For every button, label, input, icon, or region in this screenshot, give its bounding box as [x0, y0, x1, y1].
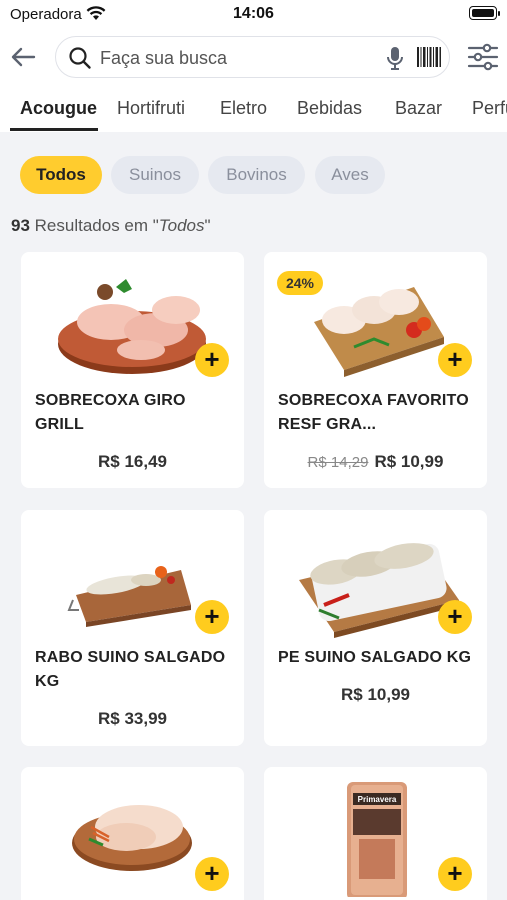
add-to-cart-button[interactable]: + [195, 343, 229, 377]
results-filter: Todos [158, 216, 205, 235]
tab-hortifruti[interactable]: Hortifruti [117, 98, 185, 119]
tab-eletro[interactable]: Eletro [220, 98, 267, 119]
back-arrow-icon[interactable] [10, 44, 36, 70]
product-card[interactable]: + [21, 767, 244, 900]
product-price: R$ 10,99 [341, 685, 410, 704]
tab-bazar[interactable]: Bazar [395, 98, 442, 119]
tab-perfumaria[interactable]: Perfu [472, 98, 507, 119]
results-summary: 93 Resultados em "Todos" [11, 216, 211, 236]
results-text: Resultados em " [29, 216, 159, 235]
status-bar: Operadora 14:06 [0, 0, 507, 28]
search-bar[interactable] [55, 36, 450, 78]
tab-bebidas[interactable]: Bebidas [297, 98, 362, 119]
product-name: RABO SUINO SALGADO KG [35, 649, 226, 690]
clock: 14:06 [233, 5, 274, 22]
product-name: SOBRECOXA GIRO GRILL [35, 392, 186, 433]
barcode-icon[interactable] [417, 47, 441, 67]
chip-aves[interactable]: Aves [315, 156, 385, 194]
battery-icon [469, 6, 500, 20]
add-to-cart-button[interactable]: + [438, 343, 472, 377]
header [0, 28, 507, 86]
add-to-cart-button[interactable]: + [195, 600, 229, 634]
product-old-price: R$ 14,29 [307, 454, 369, 471]
product-price: R$ 33,99 [98, 709, 167, 728]
active-tab-indicator [10, 128, 98, 131]
product-price-row: R$ 10,99 [264, 685, 487, 705]
package-label: Primavera [358, 795, 397, 804]
product-price-row: R$ 33,99 [21, 709, 244, 729]
chip-todos[interactable]: Todos [20, 156, 102, 194]
results-count: 93 [11, 216, 30, 235]
product-price: R$ 10,99 [374, 452, 444, 471]
filter-settings-icon[interactable] [467, 42, 499, 72]
chip-suinos[interactable]: Suinos [111, 156, 199, 194]
add-to-cart-button[interactable]: + [438, 600, 472, 634]
add-to-cart-button[interactable]: + [195, 857, 229, 891]
results-end: " [204, 216, 211, 235]
add-to-cart-button[interactable]: + [438, 857, 472, 891]
category-tabs: Acougue Hortifruti Eletro Bebidas Bazar … [0, 86, 507, 132]
product-card[interactable]: 24% + SOBRECOXA FAVORITO RESF GRA... R$ … [264, 252, 487, 488]
product-card[interactable]: + SOBRECOXA GIRO GRILL R$ 16,49 [21, 252, 244, 488]
search-icon [69, 47, 91, 69]
product-card[interactable]: + RABO SUINO SALGADO KG R$ 33,99 [21, 510, 244, 746]
product-name: SOBRECOXA FAVORITO RESF GRA... [278, 392, 469, 433]
product-name: PE SUINO SALGADO KG [278, 649, 472, 666]
microphone-icon[interactable] [386, 46, 404, 70]
product-card[interactable]: Primavera + [264, 767, 487, 900]
chip-bovinos[interactable]: Bovinos [208, 156, 305, 194]
product-price: R$ 16,49 [98, 452, 167, 471]
product-card[interactable]: + PE SUINO SALGADO KG R$ 10,99 [264, 510, 487, 746]
tab-acougue[interactable]: Acougue [20, 98, 97, 119]
product-price-row: R$ 16,49 [21, 452, 244, 472]
discount-badge: 24% [277, 271, 323, 295]
product-price-row: R$ 14,29 R$ 10,99 [264, 452, 487, 472]
search-input[interactable] [100, 43, 370, 73]
